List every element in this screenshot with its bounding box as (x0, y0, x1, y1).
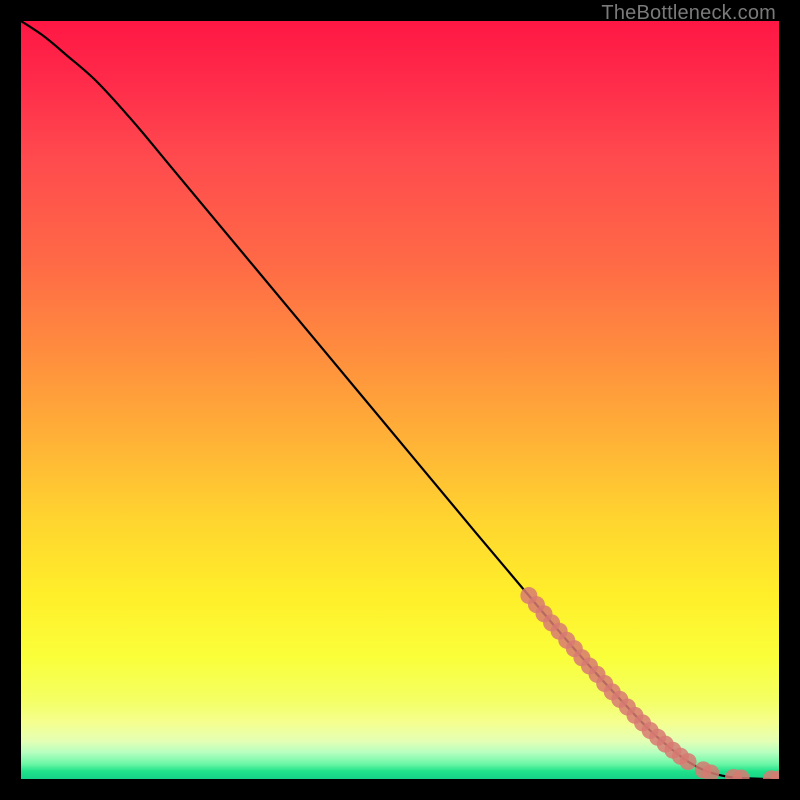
data-point (680, 753, 697, 770)
watermark-text: TheBottleneck.com (601, 2, 776, 25)
curve-svg (21, 21, 779, 779)
bottleneck-curve (21, 21, 779, 779)
marker-group (520, 587, 779, 779)
plot-area (21, 21, 779, 779)
chart-frame: TheBottleneck.com (0, 0, 800, 800)
